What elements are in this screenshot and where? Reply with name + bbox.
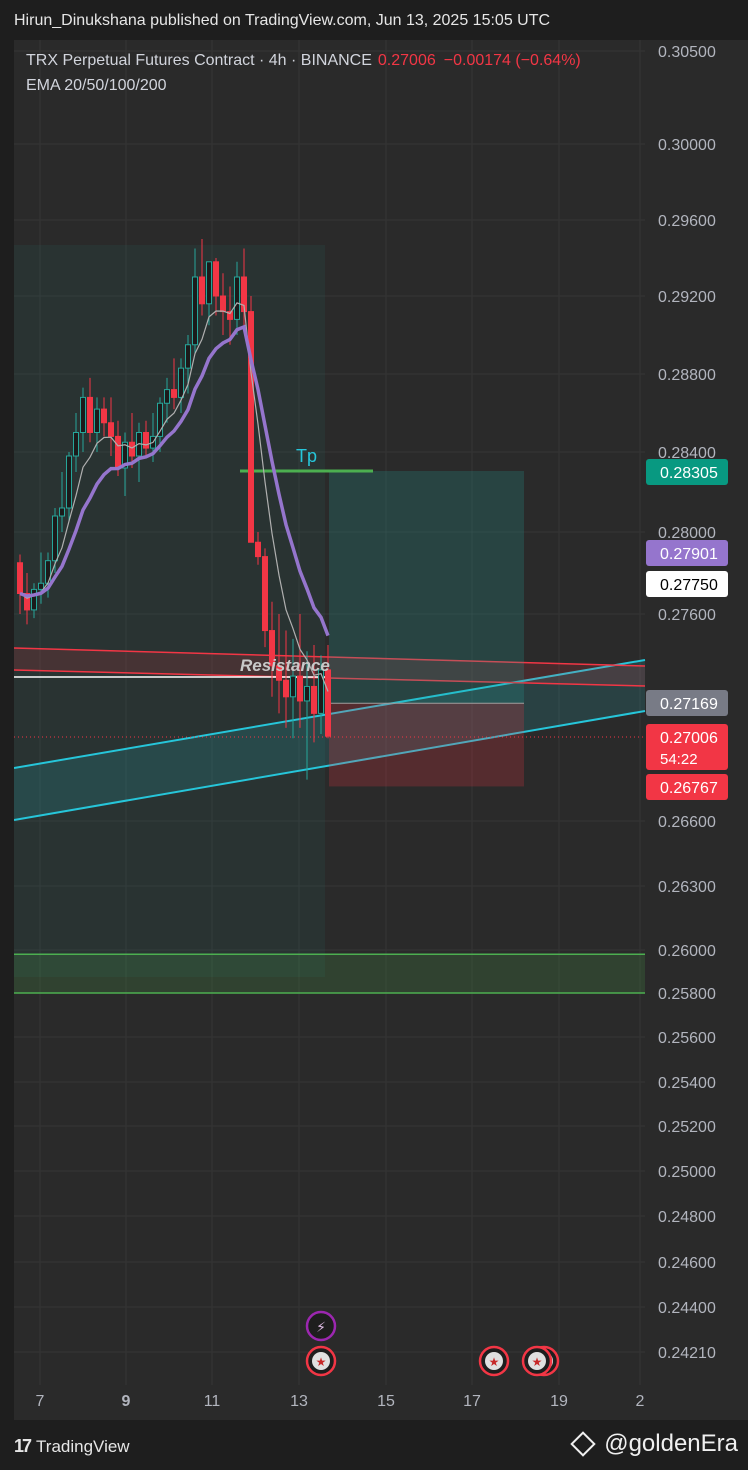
last-price: 0.27006 — [377, 52, 436, 69]
x-axis-tick: 15 — [377, 1393, 395, 1410]
candle-body[interactable] — [94, 408, 100, 434]
diamond-icon — [570, 1431, 596, 1457]
x-axis-tick: 11 — [204, 1393, 221, 1410]
us-flag-icon-glyph: ★ — [316, 1355, 327, 1369]
price-change: −0.00174 (−0.64%) — [443, 52, 581, 69]
x-axis-tick: 13 — [290, 1393, 308, 1410]
candle-body[interactable] — [87, 396, 93, 433]
candle-body[interactable] — [290, 675, 296, 698]
author-watermark: @goldenEra — [570, 1430, 738, 1458]
price-tag-label: 0.27750 — [660, 577, 718, 594]
candle-body[interactable] — [59, 507, 65, 517]
candle-body[interactable] — [178, 367, 184, 398]
tradingview-logo[interactable]: 17 TradingView — [14, 1436, 130, 1457]
countdown-label: 54:22 — [660, 751, 698, 768]
y-axis-tick: 0.25200 — [658, 1119, 716, 1136]
candle-body[interactable] — [143, 432, 149, 449]
candle-body[interactable] — [304, 685, 310, 702]
y-axis-tick: 0.28800 — [658, 367, 716, 384]
x-axis-tick: 2 — [636, 1393, 645, 1410]
candle-body[interactable] — [325, 669, 331, 737]
candle-body[interactable] — [199, 276, 205, 305]
candle-body[interactable] — [164, 389, 170, 404]
candle-body[interactable] — [192, 276, 198, 346]
candle-body[interactable] — [38, 582, 44, 590]
price-tag-label: 0.28305 — [660, 465, 718, 482]
y-axis-tick: 0.27600 — [658, 607, 716, 624]
candle-body[interactable] — [17, 562, 23, 594]
symbol-title[interactable]: TRX Perpetual Futures Contract · 4h · BI… — [26, 52, 372, 69]
us-flag-icon-glyph: ★ — [489, 1355, 500, 1369]
candle-body[interactable] — [115, 435, 121, 469]
tv-logo-text: TradingView — [36, 1436, 130, 1456]
y-axis-tick: 0.24210 — [658, 1345, 716, 1362]
y-axis-tick: 0.25800 — [658, 986, 716, 1003]
position-target-zone[interactable] — [329, 471, 524, 704]
chart-area[interactable]: Resistance Tp 0.30500 0.30000 0.29600 0.29200… — [14, 40, 748, 1420]
y-axis-tick: 0.24800 — [658, 1209, 716, 1226]
candle-body[interactable] — [73, 432, 79, 457]
y-axis-tick: 0.29200 — [658, 289, 716, 306]
candle-body[interactable] — [206, 261, 212, 305]
lightning-glyph: ⚡ — [316, 1319, 326, 1335]
candle-body[interactable] — [66, 455, 72, 509]
candle-body[interactable] — [311, 685, 317, 714]
candle-body[interactable] — [283, 679, 289, 698]
y-axis-tick: 0.26300 — [658, 879, 716, 896]
candle-body[interactable] — [185, 344, 191, 369]
y-axis-tick: 0.30500 — [658, 44, 716, 61]
us-flag-icon-glyph: ★ — [532, 1355, 543, 1369]
resistance-label: Resistance — [240, 656, 330, 675]
y-axis-tick: 0.25600 — [658, 1030, 716, 1047]
candle-body[interactable] — [171, 389, 177, 398]
candle-body[interactable] — [101, 408, 107, 424]
author-tag-text: @goldenEra — [604, 1430, 738, 1457]
x-axis-tick: 19 — [550, 1393, 568, 1410]
y-axis-tick: 0.25000 — [658, 1164, 716, 1181]
candle-body[interactable] — [108, 422, 114, 437]
indicator-legend[interactable]: EMA 20/50/100/200 — [26, 77, 167, 95]
y-axis-tick: 0.28000 — [658, 525, 716, 542]
x-axis-tick: 17 — [463, 1393, 481, 1410]
price-tag-label: 0.27169 — [660, 696, 718, 713]
y-axis-tick: 0.24600 — [658, 1255, 716, 1272]
y-axis-tick: 0.26600 — [658, 814, 716, 831]
candle-body[interactable] — [262, 556, 268, 632]
candle-body[interactable] — [318, 669, 324, 714]
tv-logo-icon: 17 — [14, 1436, 32, 1456]
symbol-header: TRX Perpetual Futures Contract · 4h · BI… — [26, 52, 581, 70]
candle-body[interactable] — [213, 261, 219, 297]
candle-body[interactable] — [297, 675, 303, 702]
y-axis-tick: 0.30000 — [658, 137, 716, 154]
position-stop-zone[interactable] — [329, 703, 524, 787]
support-zone[interactable] — [14, 954, 645, 993]
candle-body[interactable] — [234, 276, 240, 320]
candle-body[interactable] — [129, 441, 135, 457]
candle-body[interactable] — [220, 295, 226, 313]
publisher-line: Hirun_Dinukshana published on TradingVie… — [14, 12, 551, 29]
y-axis-tick: 0.29600 — [658, 213, 716, 230]
y-axis-tick: 0.26000 — [658, 943, 716, 960]
x-axis-tick: 9 — [122, 1393, 131, 1410]
y-axis-tick: 0.24400 — [658, 1300, 716, 1317]
price-tag-label: 0.27901 — [660, 546, 718, 563]
price-tag-label: 0.27006 — [660, 730, 718, 747]
chart-canvas[interactable]: Resistance Tp 0.30500 0.30000 0.29600 0.29200… — [14, 40, 748, 1420]
price-tag-label: 0.26767 — [660, 780, 718, 797]
candle-body[interactable] — [31, 588, 37, 611]
y-axis-tick: 0.25400 — [658, 1075, 716, 1092]
candle-body[interactable] — [80, 396, 86, 433]
tp-label: Tp — [296, 446, 317, 466]
candle-body[interactable] — [52, 515, 58, 562]
candle-body[interactable] — [255, 541, 261, 558]
x-axis-tick: 7 — [36, 1393, 45, 1410]
footer-bar: 17 TradingView @goldenEra — [0, 1420, 748, 1470]
history-highlight-box — [14, 245, 325, 977]
